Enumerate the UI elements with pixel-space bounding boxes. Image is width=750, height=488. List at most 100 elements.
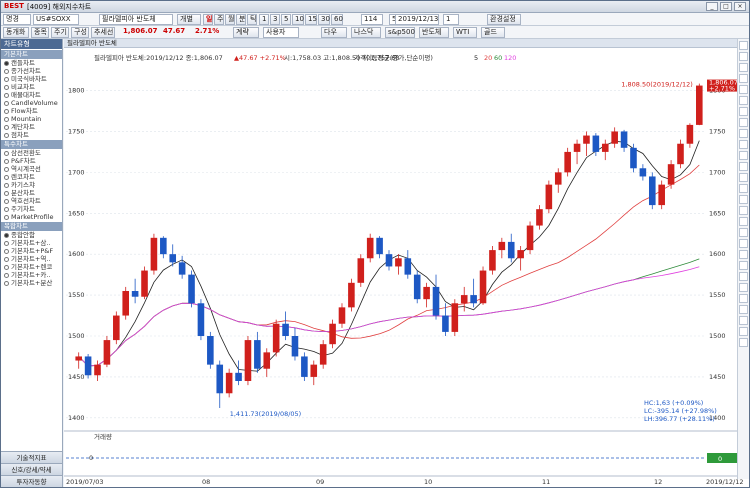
- radio-icon[interactable]: [4, 207, 9, 212]
- drawing-tool-icon[interactable]: [739, 162, 748, 171]
- week-button[interactable]: 주: [214, 14, 224, 25]
- radio-icon[interactable]: [4, 117, 9, 122]
- drawing-tool-icon[interactable]: [739, 217, 748, 226]
- radio-icon[interactable]: [4, 215, 9, 220]
- drawing-tool-icon[interactable]: [739, 151, 748, 160]
- sidebar-item[interactable]: 미국식바차트: [1, 75, 62, 83]
- sidebar-item[interactable]: P&F차트: [1, 157, 62, 165]
- sidebar-bottom-button[interactable]: 투자자동향: [1, 475, 62, 487]
- drawing-tool-icon[interactable]: [739, 283, 748, 292]
- radio-icon[interactable]: [4, 159, 9, 164]
- drawing-tool-icon[interactable]: [739, 294, 748, 303]
- drawing-tool-icon[interactable]: [739, 140, 748, 149]
- sidebar-item[interactable]: 역시계곡선: [1, 165, 62, 173]
- radio-icon[interactable]: [4, 241, 9, 246]
- day-button[interactable]: 일: [203, 14, 213, 25]
- radio-icon[interactable]: [4, 199, 9, 204]
- count-input[interactable]: 114: [361, 14, 383, 25]
- drawing-tool-icon[interactable]: [739, 250, 748, 259]
- sidebar-item[interactable]: 기본차트+카..: [1, 271, 62, 279]
- drawing-tool-icon[interactable]: [739, 52, 748, 61]
- sidebar-item[interactable]: 기본차트+역..: [1, 255, 62, 263]
- maximize-button[interactable]: □: [720, 2, 732, 11]
- date-input[interactable]: 2019/12/13: [395, 14, 439, 25]
- sidebar-item[interactable]: Mountain: [1, 115, 62, 123]
- price-chart[interactable]: 1400 14001450 14501500 15001550 15501600 1600…: [64, 48, 749, 487]
- sidebar-item[interactable]: 기본차트+분산: [1, 279, 62, 287]
- sidebar-item[interactable]: 주기차트: [1, 205, 62, 213]
- radio-icon[interactable]: [4, 109, 9, 114]
- gold-button[interactable]: 골드: [481, 27, 505, 38]
- tab-stock[interactable]: 종목: [31, 27, 49, 38]
- close-button[interactable]: ×: [734, 2, 746, 11]
- sidebar-item[interactable]: 렌코차트: [1, 173, 62, 181]
- interval-1[interactable]: 1: [259, 14, 269, 25]
- interval-15[interactable]: 15: [305, 14, 317, 25]
- drawing-tool-icon[interactable]: [739, 41, 748, 50]
- interval-10[interactable]: 10: [292, 14, 304, 25]
- drawing-tool-icon[interactable]: [739, 305, 748, 314]
- drawing-tool-icon[interactable]: [739, 228, 748, 237]
- drawing-tool-icon[interactable]: [739, 316, 748, 325]
- drawing-tool-icon[interactable]: [739, 63, 748, 72]
- radio-icon[interactable]: [4, 183, 9, 188]
- chart-area[interactable]: 필라델피아 반도체 1400 1400 1450 1450 1500 1500 1550 15…: [64, 39, 749, 487]
- drawing-tool-icon[interactable]: [739, 107, 748, 116]
- drawing-tool-icon[interactable]: [739, 239, 748, 248]
- drawing-tool-icon[interactable]: [739, 338, 748, 347]
- sidebar-item[interactable]: 점차트: [1, 131, 62, 139]
- semiconductor-button[interactable]: 반도체: [419, 27, 449, 38]
- radio-icon[interactable]: [4, 249, 9, 254]
- radio-icon[interactable]: [4, 281, 9, 286]
- mode-button[interactable]: 계략: [233, 27, 259, 38]
- sidebar-item[interactable]: 분산차트: [1, 189, 62, 197]
- drawing-tool-icon[interactable]: [739, 261, 748, 270]
- radio-icon[interactable]: [4, 151, 9, 156]
- radio-icon[interactable]: [4, 257, 9, 262]
- tab-trendline[interactable]: 추세선: [91, 27, 115, 38]
- period-select[interactable]: 명경: [3, 14, 31, 25]
- interval-5[interactable]: 5: [281, 14, 291, 25]
- minute-button[interactable]: 분: [236, 14, 246, 25]
- sp500-button[interactable]: s&p500: [385, 27, 415, 38]
- sidebar-item[interactable]: MarketProfile: [1, 213, 62, 221]
- month-button[interactable]: 월: [225, 14, 235, 25]
- settings-button[interactable]: 환경설정: [487, 14, 521, 25]
- drawing-tool-icon[interactable]: [739, 272, 748, 281]
- interval-3[interactable]: 3: [270, 14, 280, 25]
- drawing-tool-icon[interactable]: [739, 195, 748, 204]
- radio-icon[interactable]: [4, 85, 9, 90]
- individual-button[interactable]: 개별: [177, 14, 201, 25]
- unit-input[interactable]: 1: [443, 14, 459, 25]
- drawing-tool-icon[interactable]: [739, 96, 748, 105]
- tick-button[interactable]: 틱: [247, 14, 257, 25]
- sidebar-item[interactable]: 계단차트: [1, 123, 62, 131]
- sidebar-item[interactable]: 삼선전환도: [1, 149, 62, 157]
- drawing-tool-icon[interactable]: [739, 74, 748, 83]
- drawing-tool-icon[interactable]: [739, 173, 748, 182]
- drawing-tool-icon[interactable]: [739, 327, 748, 336]
- interval-30[interactable]: 30: [318, 14, 330, 25]
- sidebar-item[interactable]: CandleVolume: [1, 99, 62, 107]
- sidebar-item[interactable]: 종합안함: [1, 231, 62, 239]
- sidebar-bottom-button[interactable]: 기술적지표: [1, 451, 62, 463]
- sidebar-item[interactable]: 캔들차트: [1, 59, 62, 67]
- radio-icon[interactable]: [4, 69, 9, 74]
- radio-icon[interactable]: [4, 265, 9, 270]
- radio-icon[interactable]: [4, 61, 9, 66]
- interval-60[interactable]: 60: [331, 14, 343, 25]
- drawing-tool-icon[interactable]: [739, 129, 748, 138]
- wti-button[interactable]: WTI: [453, 27, 477, 38]
- drawing-tool-icon[interactable]: [739, 118, 748, 127]
- radio-icon[interactable]: [4, 175, 9, 180]
- nasdaq-button[interactable]: 나스닥: [351, 27, 381, 38]
- sidebar-item[interactable]: 기본차트+삼..: [1, 239, 62, 247]
- radio-icon[interactable]: [4, 77, 9, 82]
- minimize-button[interactable]: _: [706, 2, 718, 11]
- sidebar-item[interactable]: 종가선차트: [1, 67, 62, 75]
- sidebar-item[interactable]: 매물대차트: [1, 91, 62, 99]
- sidebar-bottom-button[interactable]: 신호/강세/약세: [1, 463, 62, 475]
- symbol-input[interactable]: US#SOXX: [33, 14, 79, 25]
- radio-icon[interactable]: [4, 133, 9, 138]
- radio-icon[interactable]: [4, 167, 9, 172]
